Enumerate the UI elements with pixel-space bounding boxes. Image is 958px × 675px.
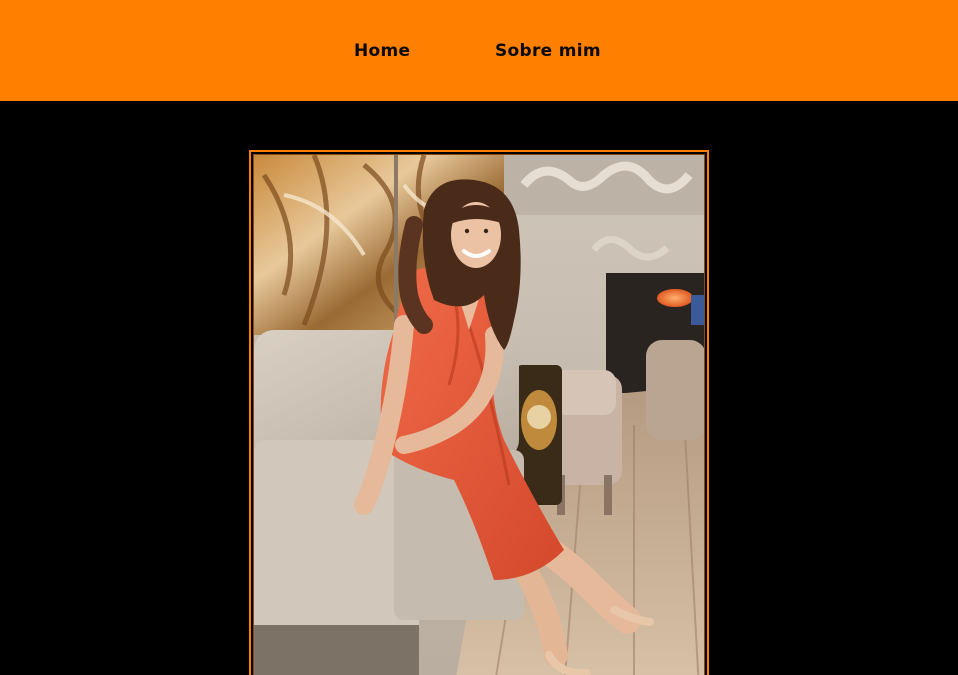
- portrait-photo: [253, 154, 705, 675]
- portrait-photo-image: [254, 155, 704, 675]
- portrait-photo-frame: [249, 150, 709, 675]
- nav-link-home[interactable]: Home: [354, 38, 410, 64]
- nav-link-sobre-mim[interactable]: Sobre mim: [495, 38, 601, 64]
- top-navigation-bar: Home Sobre mim: [0, 0, 958, 101]
